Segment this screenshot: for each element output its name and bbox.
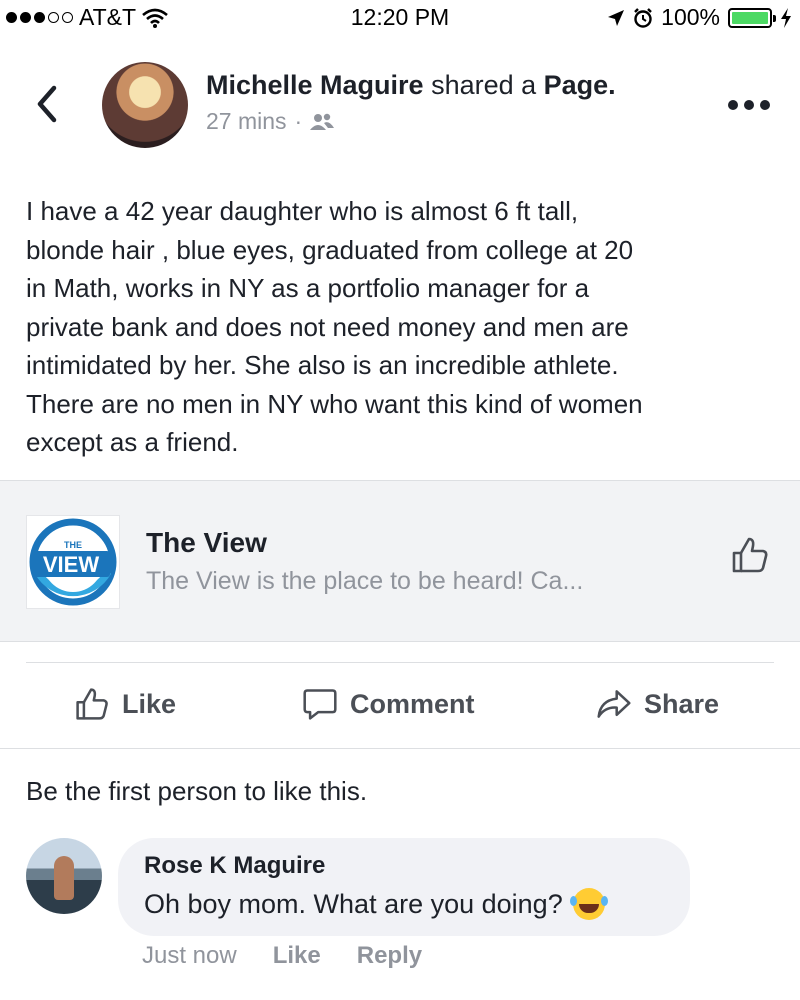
status-right: 100% <box>607 4 792 31</box>
comment-text: Oh boy mom. What are you doing? <box>144 888 563 919</box>
logo-text-main: VIEW <box>43 552 99 577</box>
status-bar: AT&T 12:20 PM 100% <box>0 0 800 34</box>
more-dot-icon <box>744 100 754 110</box>
laughing-tears-emoji-icon <box>569 888 605 920</box>
share-label: Share <box>644 688 720 719</box>
friends-icon <box>310 113 335 130</box>
author-name-link[interactable]: Michelle Maguire <box>206 70 424 100</box>
like-thumb-icon <box>76 688 108 720</box>
post-action-text: shared a <box>423 70 544 100</box>
post-body-text: I have a 42 year daughter who is almost … <box>26 196 643 457</box>
location-arrow-icon <box>608 9 625 26</box>
meta-separator: · <box>294 108 303 134</box>
shared-object-link[interactable]: Page. <box>544 70 616 100</box>
author-avatar[interactable] <box>102 62 188 148</box>
the-view-logo: THE VIEW <box>26 515 120 609</box>
post-author-line: Michelle Maguire shared a Page. <box>206 70 616 101</box>
comment-bubble: Rose K Maguire Oh boy mom. What are you … <box>118 838 690 936</box>
charging-bolt-icon <box>781 7 791 28</box>
the-view-logo-icon: THE VIEW <box>29 518 117 606</box>
comment-label: Comment <box>350 688 475 719</box>
likes-summary: Be the first person to like this. <box>26 776 368 806</box>
comment-like-link[interactable]: Like <box>273 942 321 970</box>
battery-percent: 100% <box>661 4 720 30</box>
share-arrow-icon <box>597 690 631 718</box>
more-options-button[interactable] <box>728 100 770 110</box>
comment-meta: Just now Like Reply <box>142 942 422 970</box>
actions-bottom-divider <box>0 748 800 749</box>
more-dot-icon <box>728 100 738 110</box>
comment-button[interactable]: Comment <box>302 686 475 722</box>
page-description: The View is the place to be heard! Ca... <box>146 567 584 595</box>
comment-reply-link[interactable]: Reply <box>357 942 422 970</box>
post-meta: 27 mins · <box>206 108 335 135</box>
page-name[interactable]: The View <box>146 527 267 559</box>
page-like-thumb-icon[interactable] <box>730 535 770 575</box>
comment-timestamp[interactable]: Just now <box>142 942 237 970</box>
like-label: Like <box>122 688 177 719</box>
share-button[interactable]: Share <box>596 686 719 722</box>
logo-text-top: THE <box>64 540 82 550</box>
commenter-avatar[interactable] <box>26 838 102 914</box>
comment-text-row: Oh boy mom. What are you doing? <box>144 888 605 920</box>
like-button[interactable]: Like <box>74 686 176 722</box>
more-dot-icon <box>760 100 770 110</box>
shared-page-card[interactable]: THE VIEW The View The View is the place … <box>0 480 800 642</box>
battery-icon <box>728 7 776 28</box>
post-header: Michelle Maguire shared a Page. 27 mins … <box>0 50 800 160</box>
comment-author-link[interactable]: Rose K Maguire <box>144 852 325 880</box>
post-actions-bar: Like Comment Share <box>0 662 800 748</box>
comment-bubble-icon <box>303 689 337 720</box>
alarm-clock-icon <box>634 7 653 28</box>
back-chevron-icon[interactable] <box>32 84 62 124</box>
post-timestamp[interactable]: 27 mins <box>206 108 287 135</box>
